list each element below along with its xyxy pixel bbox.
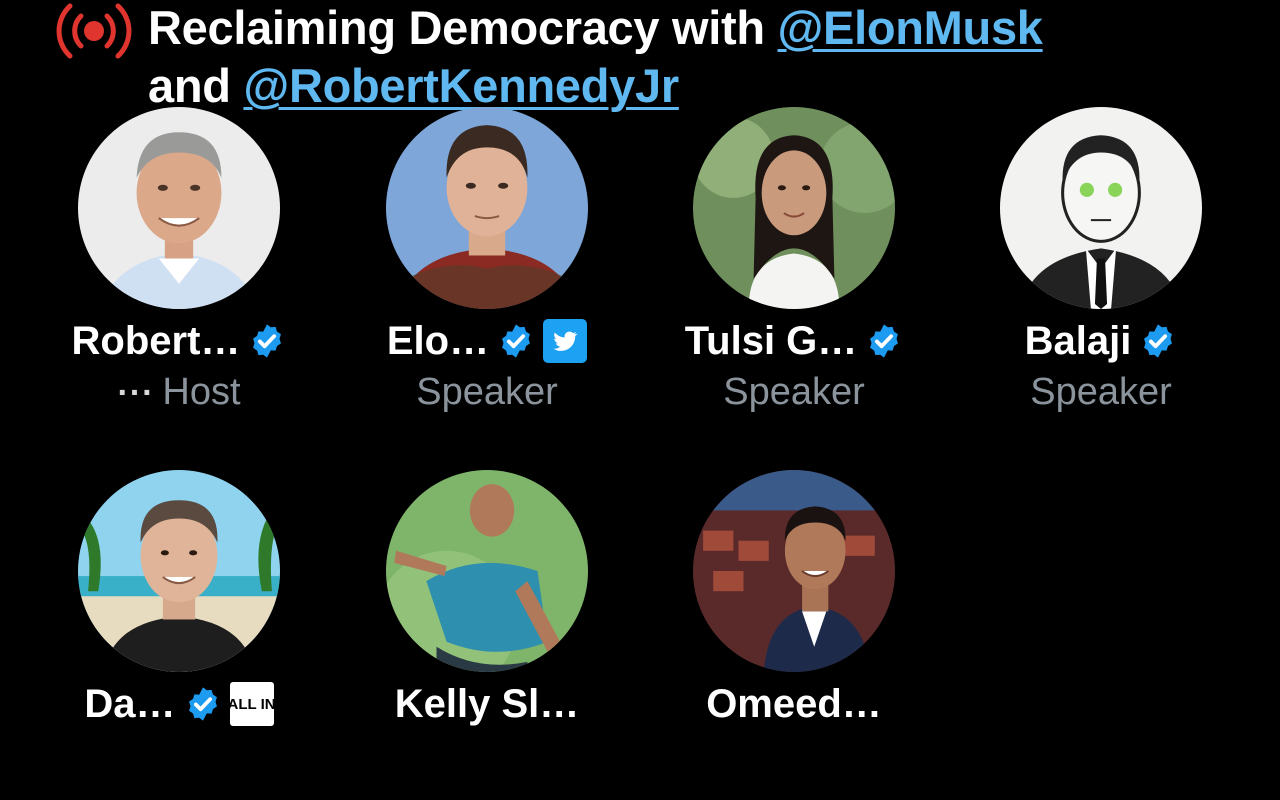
verified-badge-icon [1144, 324, 1173, 358]
avatar[interactable] [386, 107, 588, 309]
affiliate-badge: ALL IN [228, 682, 276, 726]
avatar[interactable] [386, 470, 588, 672]
speaker-name: Robert… [71, 318, 241, 363]
avatar-image [386, 470, 588, 672]
speaker-card-tulsi[interactable]: Tulsi G… Speaker [670, 107, 977, 437]
title-text: Reclaiming Democracy with [148, 1, 778, 54]
verified-badge-icon [502, 324, 531, 358]
speaker-role-row: ··· Host [55, 371, 303, 417]
speaker-card-balaji[interactable]: Balaji Speaker [977, 107, 1280, 437]
speaker-role: Speaker [723, 371, 865, 413]
speaker-role: Host [162, 371, 241, 413]
speaker-card-kelly[interactable]: Kelly Sl… [363, 470, 670, 800]
speaker-name-row: Robert… [55, 315, 303, 367]
speaker-name-row: Da… ALL IN [55, 678, 303, 730]
speaker-name: Elo… [386, 318, 490, 363]
mention-link-elonmusk[interactable]: @ElonMusk [778, 1, 1043, 54]
avatar-image [386, 107, 588, 309]
speaker-card-robert[interactable]: Robert… ··· Host [55, 107, 362, 437]
mention-link-robertkennedyjr[interactable]: @RobertKennedyJr [243, 59, 679, 112]
avatar[interactable] [1000, 107, 1202, 309]
speaker-name-row: Tulsi G… [670, 315, 918, 367]
twitter-logo-icon [543, 319, 588, 363]
title-text: and [148, 59, 244, 112]
avatar[interactable] [693, 470, 895, 672]
avatar-image [693, 470, 895, 672]
more-options-icon[interactable]: ··· [117, 374, 154, 412]
avatar[interactable] [78, 107, 280, 309]
avatar-image [693, 107, 895, 309]
avatar[interactable] [78, 470, 280, 672]
space-header: Reclaiming Democracy with @ElonMusk and … [52, 0, 1272, 113]
space-title: Reclaiming Democracy with @ElonMusk [148, 0, 1043, 55]
verified-badge-icon [253, 324, 282, 358]
live-broadcast-icon [56, 3, 132, 59]
speaker-name-row: Balaji [977, 315, 1225, 367]
speaker-name-row: Omeed… [670, 678, 918, 730]
speaker-role: Speaker [416, 371, 558, 413]
speaker-name: Tulsi G… [684, 318, 858, 363]
avatar[interactable] [693, 107, 895, 309]
speaker-card-david[interactable]: Da… ALL IN [55, 470, 362, 800]
avatar-image [1000, 107, 1202, 309]
speaker-card-elon[interactable]: Elo… Speaker [363, 107, 670, 437]
speaker-role: Speaker [1030, 371, 1172, 413]
speaker-card-omeed[interactable]: Omeed… [670, 470, 977, 800]
avatar-image [78, 470, 280, 672]
avatar-image [78, 107, 280, 309]
verified-badge-icon [870, 324, 899, 358]
verified-badge-icon [188, 687, 217, 721]
speaker-name: Balaji [1024, 318, 1132, 363]
space-title-continued: and @RobertKennedyJr [148, 58, 679, 113]
speaker-name-row: Elo… [363, 315, 611, 367]
speaker-name-row: Kelly Sl… [363, 678, 611, 730]
